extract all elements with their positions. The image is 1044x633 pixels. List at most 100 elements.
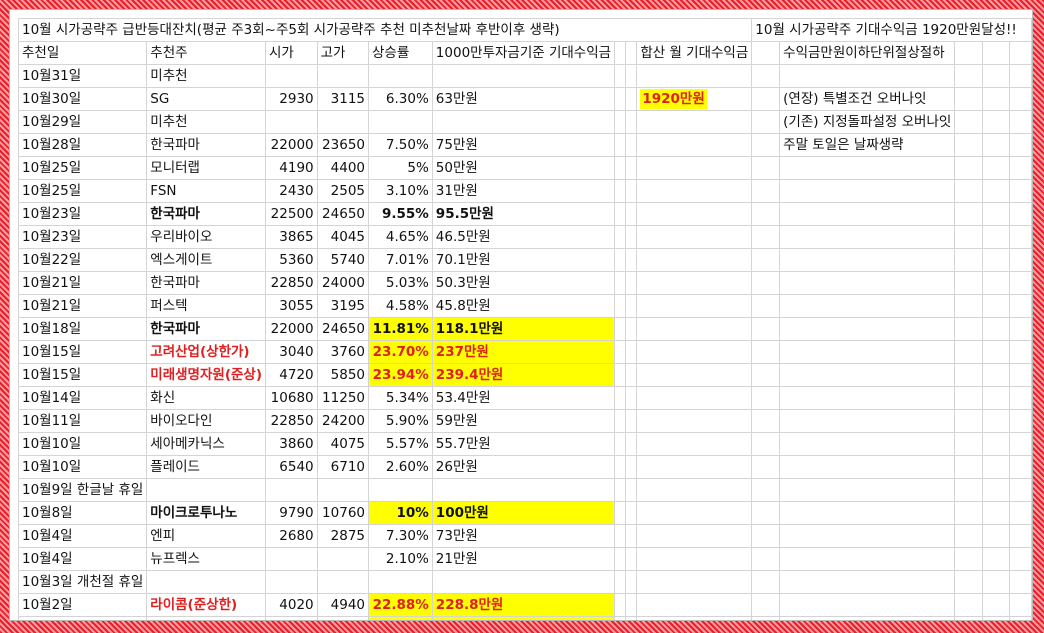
stock-cell[interactable]: 퍼스텍 (146, 294, 266, 318)
empty-cell[interactable] (625, 179, 638, 203)
high-price-cell[interactable]: 4075 (316, 432, 370, 456)
open-price-cell[interactable]: 19600 (265, 616, 318, 620)
summary-title[interactable]: 10월 시가공략주 기대수익금 1920만원달성!! (751, 18, 1032, 42)
empty-cell[interactable] (614, 478, 627, 502)
empty-cell[interactable] (751, 363, 781, 387)
date-cell[interactable]: 10월25일 (17, 156, 148, 180)
empty-cell[interactable] (1009, 248, 1032, 272)
empty-cell[interactable] (981, 363, 1011, 387)
high-price-cell[interactable]: 24650 (316, 317, 370, 341)
open-price-cell[interactable]: 3055 (265, 294, 318, 318)
stock-cell[interactable] (146, 478, 266, 502)
empty-cell[interactable] (614, 87, 627, 111)
empty-cell[interactable] (981, 64, 1011, 88)
stock-cell[interactable]: 세아메카닉스 (146, 432, 266, 456)
empty-cell[interactable] (954, 294, 983, 318)
column-header[interactable]: 추천주 (146, 41, 266, 65)
date-cell[interactable]: 10월18일 (17, 317, 148, 341)
empty-cell[interactable] (625, 248, 638, 272)
open-price-cell[interactable]: 2680 (265, 524, 318, 548)
empty-cell[interactable] (625, 363, 638, 387)
date-cell[interactable]: 10월31일 (17, 64, 148, 88)
empty-cell[interactable] (636, 133, 753, 157)
open-price-cell[interactable] (265, 110, 318, 134)
stock-cell[interactable]: 바이오다인 (146, 409, 266, 433)
rise-rate-cell[interactable] (368, 64, 433, 88)
empty-cell[interactable] (1009, 363, 1032, 387)
empty-cell[interactable] (779, 432, 956, 456)
empty-cell[interactable] (1009, 133, 1032, 157)
empty-cell[interactable] (981, 271, 1011, 295)
empty-cell[interactable] (954, 87, 983, 111)
empty-cell[interactable] (981, 179, 1011, 203)
rise-rate-cell[interactable]: 4.58% (368, 294, 433, 318)
empty-cell[interactable] (779, 317, 956, 341)
empty-cell[interactable] (779, 248, 956, 272)
profit-cell[interactable]: 237만원 (431, 340, 616, 364)
empty-cell[interactable] (614, 570, 627, 594)
rise-rate-cell[interactable]: 5.57% (368, 432, 433, 456)
empty-cell[interactable] (636, 478, 753, 502)
empty-cell[interactable] (636, 386, 753, 410)
empty-cell[interactable] (625, 225, 638, 249)
empty-cell[interactable] (1009, 455, 1032, 479)
stock-cell[interactable]: FSN (146, 179, 266, 203)
rise-rate-cell[interactable]: 5.03% (368, 271, 433, 295)
profit-cell[interactable]: 100만원 (431, 501, 616, 525)
empty-cell[interactable] (779, 547, 956, 571)
column-header[interactable]: 추천일 (17, 41, 148, 65)
high-price-cell[interactable]: 5740 (316, 248, 370, 272)
empty-cell[interactable] (1009, 570, 1032, 594)
column-header[interactable]: 상승률 (368, 41, 433, 65)
empty-cell[interactable] (1009, 202, 1032, 226)
date-cell[interactable]: 10월14일 (17, 386, 148, 410)
empty-cell[interactable] (614, 41, 627, 65)
empty-cell[interactable] (779, 225, 956, 249)
empty-cell[interactable] (779, 478, 956, 502)
empty-cell[interactable] (751, 478, 781, 502)
empty-cell[interactable] (636, 570, 753, 594)
profit-cell[interactable] (431, 110, 616, 134)
rise-rate-cell[interactable]: 23.70% (368, 340, 433, 364)
date-cell[interactable]: 10월10일 (17, 432, 148, 456)
date-cell[interactable]: 10월23일 (17, 202, 148, 226)
empty-cell[interactable] (954, 156, 983, 180)
empty-cell[interactable] (751, 225, 781, 249)
stock-cell[interactable]: 플레이드 (146, 455, 266, 479)
empty-cell[interactable] (954, 432, 983, 456)
empty-cell[interactable] (625, 432, 638, 456)
date-cell[interactable]: 10월23일 (17, 225, 148, 249)
empty-cell[interactable] (625, 616, 638, 620)
column-header[interactable]: 1000만투자금기준 기대수익금 (431, 41, 616, 65)
stock-cell[interactable]: 뉴프렉스 (146, 547, 266, 571)
stock-cell[interactable]: 마이크로투나노 (146, 501, 266, 525)
empty-cell[interactable] (981, 202, 1011, 226)
open-price-cell[interactable]: 4190 (265, 156, 318, 180)
empty-cell[interactable] (636, 225, 753, 249)
empty-cell[interactable] (614, 455, 627, 479)
profit-cell[interactable] (431, 478, 616, 502)
empty-cell[interactable] (954, 271, 983, 295)
empty-cell[interactable] (636, 501, 753, 525)
high-price-cell[interactable] (316, 478, 370, 502)
note-cell[interactable]: 주말 토일은 날짜생략 (779, 133, 956, 157)
empty-cell[interactable] (614, 524, 627, 548)
high-price-cell[interactable]: 3195 (316, 294, 370, 318)
profit-cell[interactable]: 53.4만원 (431, 386, 616, 410)
high-price-cell[interactable]: 6710 (316, 455, 370, 479)
column-header[interactable]: 고가 (316, 41, 370, 65)
empty-cell[interactable] (614, 225, 627, 249)
open-price-cell[interactable] (265, 547, 318, 571)
empty-cell[interactable] (1009, 64, 1032, 88)
date-cell[interactable]: 10월11일 (17, 409, 148, 433)
stock-cell[interactable]: 한국파마 (146, 271, 266, 295)
empty-cell[interactable] (1009, 409, 1032, 433)
empty-cell[interactable] (954, 179, 983, 203)
open-price-cell[interactable]: 4720 (265, 363, 318, 387)
profit-cell[interactable]: 73만원 (431, 524, 616, 548)
high-price-cell[interactable] (316, 110, 370, 134)
stock-cell[interactable]: 우리바이오 (146, 225, 266, 249)
empty-cell[interactable] (981, 432, 1011, 456)
empty-cell[interactable] (751, 547, 781, 571)
high-price-cell[interactable]: 2875 (316, 524, 370, 548)
